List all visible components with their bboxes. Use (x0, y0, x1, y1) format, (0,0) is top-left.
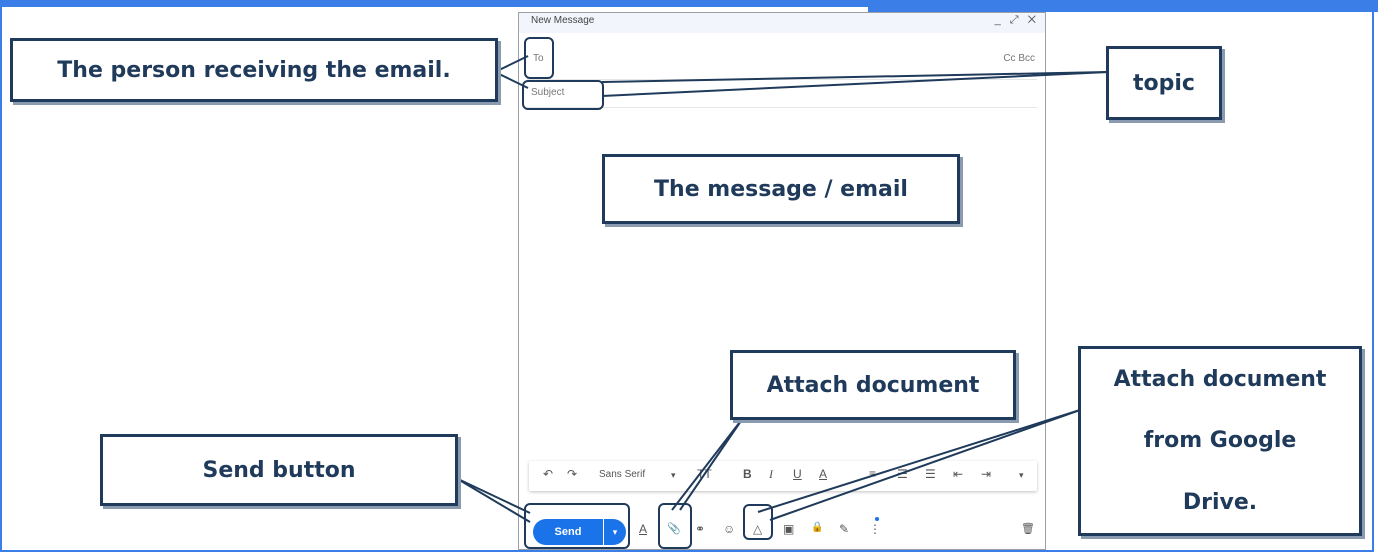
drive-callout-line-3: Drive. (1182, 489, 1258, 515)
drive-callout-line-2: from Google (1143, 428, 1297, 454)
drive-callout-line-1: Attach document (1113, 367, 1327, 393)
attach-document-callout: Attach document (730, 350, 1016, 420)
send-button-callout: Send button (100, 434, 458, 506)
recipient-callout: The person receiving the email. (10, 38, 498, 102)
topic-callout: topic (1106, 46, 1222, 120)
message-callout: The message / email (602, 154, 960, 224)
drive-attach-callout: Attach document from Google Drive. (1078, 346, 1362, 536)
